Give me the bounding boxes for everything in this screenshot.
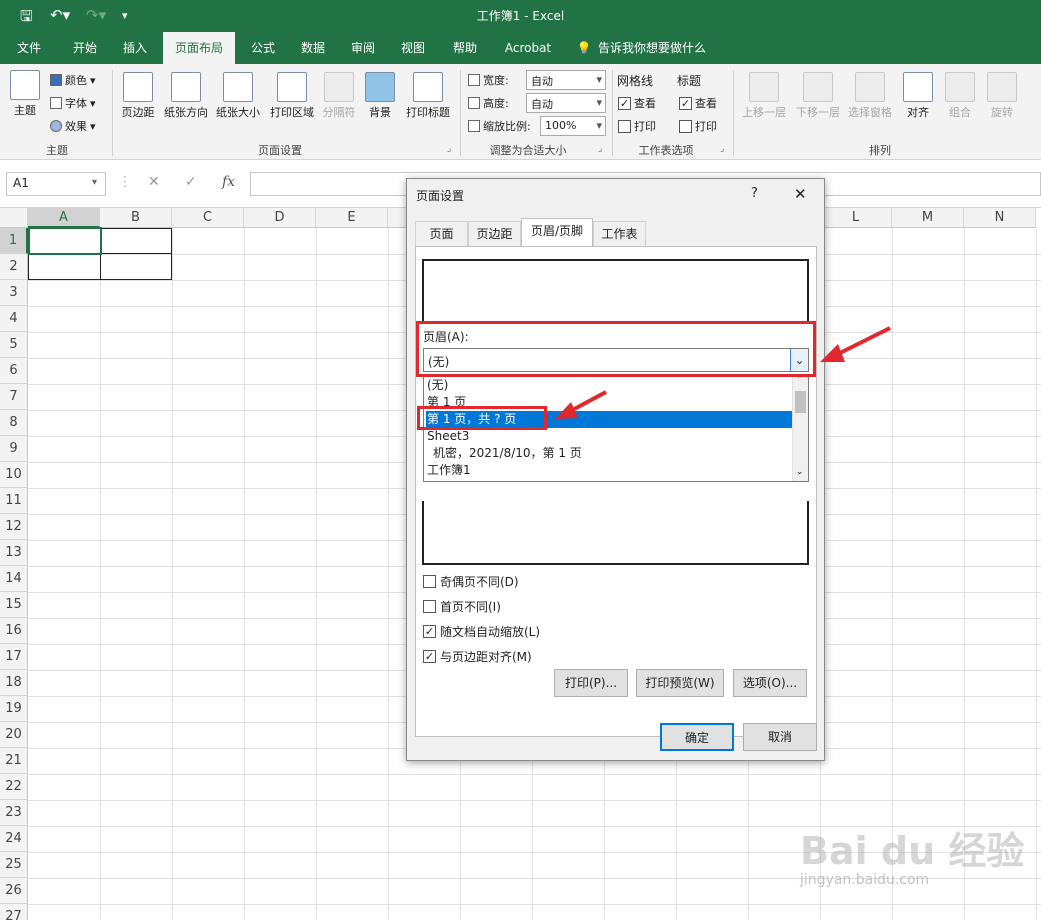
annotation-arrow-head xyxy=(555,402,578,419)
annotation-arrow-head xyxy=(820,344,845,362)
annotation-arrows xyxy=(555,326,891,419)
